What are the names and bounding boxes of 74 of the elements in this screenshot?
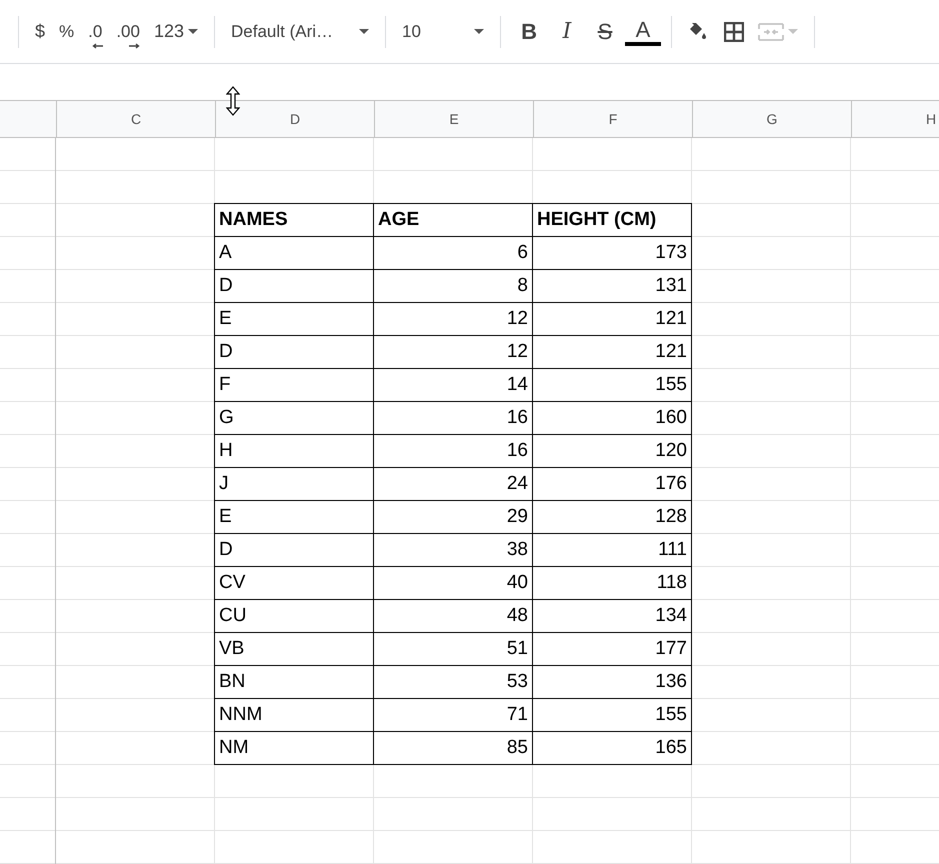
table-cell: 155: [533, 369, 692, 402]
table-cell: 12: [374, 336, 533, 369]
percent-button[interactable]: %: [53, 14, 80, 48]
table-cell: BN: [214, 666, 374, 699]
table-cell: CU: [214, 600, 374, 633]
table-cell: 155: [533, 699, 692, 732]
table-cell: 176: [533, 468, 692, 501]
font-dropdown[interactable]: Default (Ari…: [225, 14, 376, 48]
column-heading: HEIGHT (CM): [533, 203, 692, 237]
table-cell: 120: [533, 435, 692, 468]
table-cell: 111: [533, 534, 692, 567]
table-cell: 29: [374, 501, 533, 534]
increase-decimal-button[interactable]: .00: [110, 14, 146, 48]
table-cell: 165: [533, 732, 692, 765]
merge-cells-icon: [758, 22, 784, 42]
font-size-dropdown[interactable]: 10: [396, 14, 490, 48]
table-cell: F: [214, 369, 374, 402]
table-cell: 24: [374, 468, 533, 501]
table-cell: 6: [374, 237, 533, 270]
column-heading: AGE: [374, 203, 533, 237]
table-cell: 51: [374, 633, 533, 666]
caret-icon: [359, 29, 370, 34]
more-formats-button[interactable]: 123: [148, 14, 204, 48]
table-cell: 121: [533, 303, 692, 336]
table-cell: 85: [374, 732, 533, 765]
decrease-decimal-button[interactable]: .0: [82, 14, 108, 48]
table-cell: 136: [533, 666, 692, 699]
right-arrow-icon: [128, 42, 140, 48]
caret-icon: [788, 29, 798, 34]
column-header[interactable]: F: [533, 101, 692, 137]
table-cell: 177: [533, 633, 692, 666]
table-cell: 38: [374, 534, 533, 567]
column-header[interactable]: C: [56, 101, 215, 137]
table-cell: 160: [533, 402, 692, 435]
strikethrough-button[interactable]: S: [587, 14, 624, 48]
table-cell: D: [214, 270, 374, 303]
column-heading: NAMES: [214, 203, 374, 237]
table-cell: 173: [533, 237, 692, 270]
table-cell: G: [214, 402, 374, 435]
table-cell: E: [214, 303, 374, 336]
table-cell: 8: [374, 270, 533, 303]
caret-icon: [188, 29, 198, 34]
table-cell: 134: [533, 600, 692, 633]
table-cell: NM: [214, 732, 374, 765]
table-cell: 16: [374, 435, 533, 468]
column-header[interactable]: H: [851, 101, 939, 137]
table-cell: 14: [374, 369, 533, 402]
currency-button[interactable]: $: [29, 14, 52, 48]
text-color-button[interactable]: A: [625, 18, 662, 46]
table-cell: D: [214, 336, 374, 369]
table-cell: 128: [533, 501, 692, 534]
table-cell: 48: [374, 600, 533, 633]
table-cell: 121: [533, 336, 692, 369]
column-header[interactable]: G: [692, 101, 851, 137]
table-cell: 12: [374, 303, 533, 336]
table-cell: 16: [374, 402, 533, 435]
caret-icon: [474, 29, 484, 34]
table-cell: D: [214, 534, 374, 567]
table-cell: J: [214, 468, 374, 501]
table-cell: 53: [374, 666, 533, 699]
bold-button[interactable]: B: [511, 14, 548, 48]
left-arrow-icon: [92, 42, 104, 48]
table-cell: 131: [533, 270, 692, 303]
table-cell: VB: [214, 633, 374, 666]
table-cell: CV: [214, 567, 374, 600]
table-cell: A: [214, 237, 374, 270]
table-cell: 118: [533, 567, 692, 600]
table-cell: 71: [374, 699, 533, 732]
italic-button[interactable]: I: [549, 14, 586, 48]
table-cell: E: [214, 501, 374, 534]
column-header[interactable]: E: [374, 101, 533, 137]
table-cell: NNM: [214, 699, 374, 732]
table-cell: H: [214, 435, 374, 468]
table-cell: 40: [374, 567, 533, 600]
